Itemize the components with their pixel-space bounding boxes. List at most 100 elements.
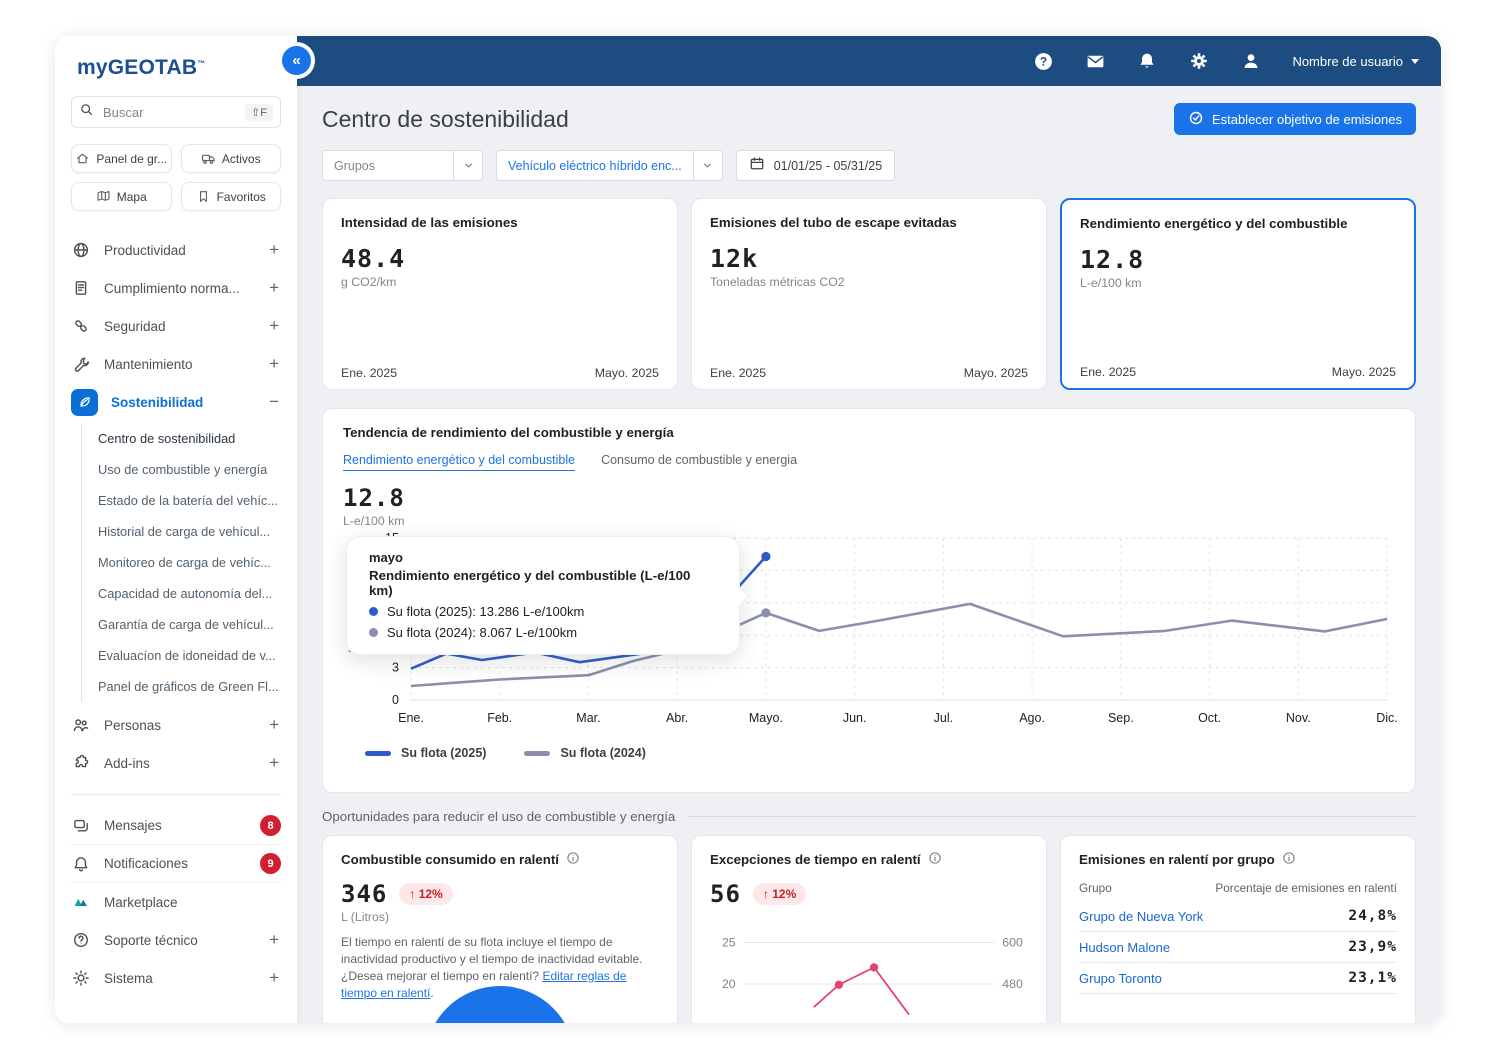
subnav-item[interactable]: Capacidad de autonomía del... — [98, 578, 281, 609]
sidebar-item-mantenimiento[interactable]: Mantenimiento+ — [71, 345, 281, 383]
kpi-card-0[interactable]: Intensidad de las emisiones 48.4 g CO2/k… — [322, 198, 678, 390]
notification-badge: 8 — [260, 815, 281, 836]
quick-button-bookmark[interactable]: Favoritos — [181, 182, 282, 211]
subnav-item[interactable]: Garantía de carga de vehícul... — [98, 609, 281, 640]
marketplace-icon — [71, 892, 91, 912]
kpi-card-2[interactable]: Rendimiento energético y del combustible… — [1060, 198, 1416, 390]
sidebar-item-add-ins[interactable]: Add-ins+ — [71, 744, 281, 782]
kpi-range-end: Mayo. 2025 — [964, 366, 1028, 380]
groups-filter[interactable]: Grupos — [322, 150, 483, 181]
sidebar-item-marketplace[interactable]: Marketplace — [71, 883, 281, 921]
sidebar-item-mensajes[interactable]: Mensajes8 — [71, 807, 281, 845]
tab-0[interactable]: Rendimiento energético y del combustible — [343, 453, 575, 471]
sidebar-item-productividad[interactable]: Productividad+ — [71, 231, 281, 269]
legend-label: Su flota (2024) — [560, 746, 645, 760]
expand-icon[interactable]: + — [269, 715, 281, 735]
user-icon[interactable] — [1240, 50, 1262, 72]
info-icon[interactable] — [1354, 215, 1368, 232]
legend-item[interactable]: Su flota (2025) — [365, 746, 486, 760]
trend-legend: Su flota (2025) Su flota (2024) — [343, 746, 1395, 760]
sidebar-item-cumplimiento-norma[interactable]: Cumplimiento norma... + — [71, 269, 281, 307]
collapse-icon[interactable]: − — [269, 392, 281, 412]
subnav-item[interactable]: Monitoreo de carga de vehíc... — [98, 547, 281, 578]
svg-text:Jun.: Jun. — [843, 711, 867, 725]
expand-icon[interactable]: + — [269, 753, 281, 773]
info-icon[interactable] — [566, 851, 580, 868]
chevron-down-icon — [453, 151, 482, 180]
legend-swatch — [524, 751, 550, 756]
kpi-range-end: Mayo. 2025 — [1332, 365, 1396, 379]
username: Nombre de usuario — [1292, 54, 1403, 69]
help-icon[interactable]: ? — [1032, 50, 1054, 72]
expand-icon[interactable]: + — [269, 930, 281, 950]
sidebar-item-label: Marketplace — [104, 895, 281, 910]
sustainability-subnav: Centro de sostenibilidadUso de combustib… — [81, 423, 281, 702]
expand-icon[interactable]: + — [269, 354, 281, 374]
trend-unit: L-e/100 km — [343, 514, 1395, 528]
subnav-item[interactable]: Panel de gráficos de Green Fl... — [98, 671, 281, 702]
expand-icon[interactable]: + — [269, 968, 281, 988]
kpi-range-start: Ene. 2025 — [341, 366, 397, 380]
bell-icon[interactable] — [1136, 50, 1158, 72]
idle-exceptions-card: Excepciones de tiempo en ralentí 56 ↑ 12… — [691, 835, 1047, 1023]
group-link[interactable]: Grupo Toronto — [1079, 971, 1162, 986]
legend-swatch — [365, 751, 391, 756]
legend-label: Su flota (2025) — [401, 746, 486, 760]
info-icon[interactable] — [525, 214, 539, 231]
group-link[interactable]: Grupo de Nueva York — [1079, 909, 1203, 924]
svg-text:?: ? — [1040, 56, 1047, 68]
quick-button-home[interactable]: Panel de gr... — [71, 144, 172, 173]
expand-icon[interactable]: + — [269, 240, 281, 260]
sidebar-item-soporte-t-cnico[interactable]: Soporte técnico+ — [71, 921, 281, 959]
set-emissions-target-button[interactable]: Establecer objetivo de emisiones — [1174, 103, 1416, 135]
subnav-item[interactable]: Evaluacíon de idoneidad de v... — [98, 640, 281, 671]
subnav-item[interactable]: Estado de la batería del vehíc... — [98, 485, 281, 516]
kpi-card-1[interactable]: Emisiones del tubo de escape evitadas 12… — [691, 198, 1047, 390]
sidebar-item-label: Cumplimiento norma... — [104, 281, 256, 296]
info-icon[interactable] — [928, 851, 942, 868]
search-box[interactable]: ⇧F — [71, 96, 281, 128]
leaf-icon — [71, 389, 98, 416]
sidebar-item-label: Seguridad — [104, 319, 256, 334]
search-input[interactable] — [101, 104, 238, 121]
sidebar-item-label: Sistema — [104, 971, 256, 986]
quick-button-truck[interactable]: Activos — [181, 144, 282, 173]
quick-label: Panel de gr... — [96, 152, 167, 166]
subnav-item[interactable]: Centro de sostenibilidad — [98, 423, 281, 454]
group-link[interactable]: Hudson Malone — [1079, 940, 1170, 955]
kpi-value: 48.4 — [341, 244, 659, 273]
tab-1[interactable]: Consumo de combustible y energia — [601, 453, 797, 471]
gear-icon[interactable] — [1188, 50, 1210, 72]
info-icon[interactable] — [1282, 851, 1296, 868]
mail-icon[interactable] — [1084, 50, 1106, 72]
expand-icon[interactable]: + — [269, 316, 281, 336]
sidebar-item-sostenibilidad[interactable]: Sostenibilidad− — [71, 383, 281, 421]
gear-icon — [71, 968, 91, 988]
legend-item[interactable]: Su flota (2024) — [524, 746, 645, 760]
trend-title: Tendencia de rendimiento del combustible… — [343, 425, 674, 440]
links-icon — [71, 316, 91, 336]
subnav-item[interactable]: Historial de carga de vehícul... — [98, 516, 281, 547]
page-title: Centro de sostenibilidad — [322, 106, 569, 133]
svg-text:Nov.: Nov. — [1286, 711, 1311, 725]
search-icon — [79, 102, 94, 122]
expand-icon[interactable]: + — [269, 278, 281, 298]
quick-button-map[interactable]: Mapa — [71, 182, 172, 211]
date-range-filter[interactable]: 01/01/25 - 05/31/25 — [736, 150, 895, 181]
sidebar-item-notificaciones[interactable]: Notificaciones9 — [71, 845, 281, 883]
sidebar-item-label: Personas — [104, 718, 256, 733]
chevron-down-icon — [693, 151, 722, 180]
vehicle-type-filter[interactable]: Vehículo eléctrico híbrido enc... — [496, 150, 723, 181]
info-icon[interactable] — [964, 214, 978, 231]
calendar-icon — [749, 156, 765, 175]
subnav-item[interactable]: Uso de combustible y energía — [98, 454, 281, 485]
chart-tooltip: mayo Rendimiento energético y del combus… — [346, 536, 740, 655]
sidebar-item-sistema[interactable]: Sistema + — [71, 959, 281, 997]
sidebar-item-seguridad[interactable]: Seguridad + — [71, 307, 281, 345]
user-menu[interactable]: Nombre de usuario — [1292, 54, 1419, 69]
bell-icon — [71, 854, 91, 874]
idle-exceptions-chart: 2560020480 — [710, 922, 1028, 1023]
sidebar-item-personas[interactable]: Personas + — [71, 706, 281, 744]
sidebar-collapse-button[interactable]: « — [282, 46, 311, 75]
opportunities-section: Oportunidades para reducir el uso de com… — [322, 809, 1416, 824]
